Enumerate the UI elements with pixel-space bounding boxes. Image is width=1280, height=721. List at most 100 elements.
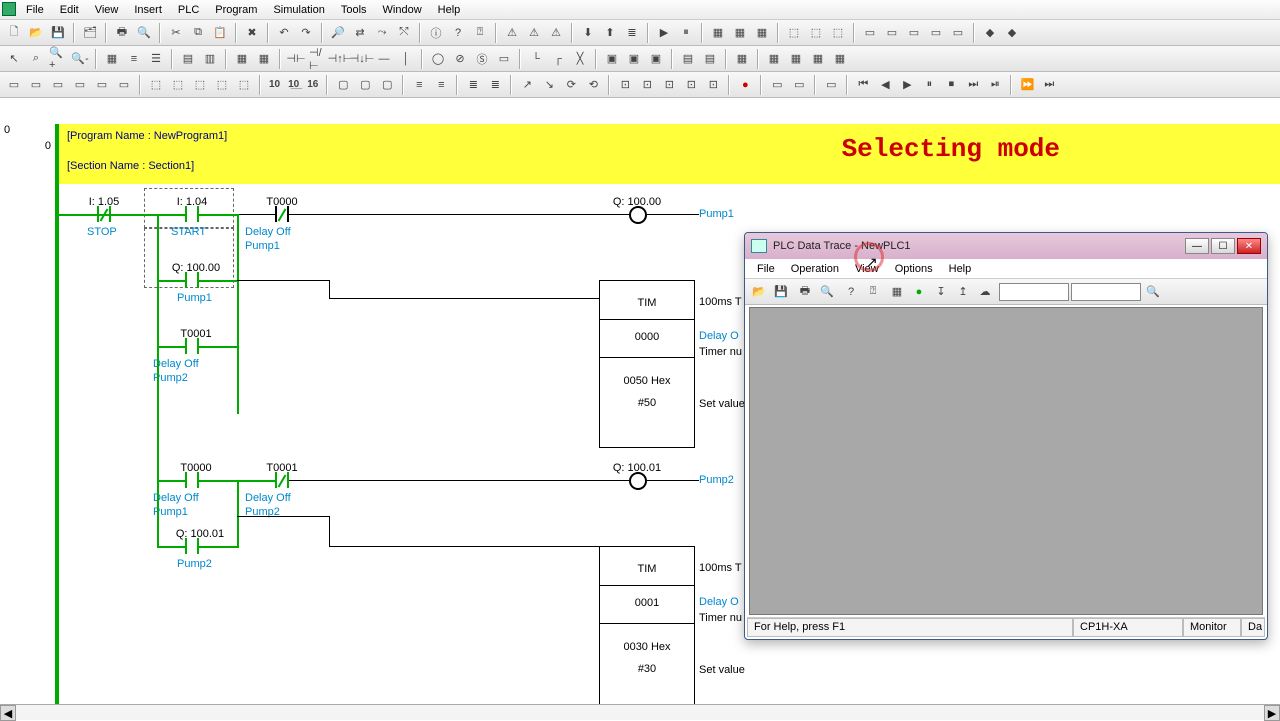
radix-16-icon[interactable]: 16 [304,75,321,95]
child-titlebar[interactable]: PLC Data Trace - NewPLC1 — ☐ ✕ [745,233,1267,259]
replace-icon[interactable]: ⇄ [350,23,370,43]
new-icon[interactable]: 🗋 [4,23,24,43]
transfer-to-icon[interactable]: ⬇ [578,23,598,43]
t1-icon[interactable]: ⊡ [615,75,635,95]
func-icon[interactable]: ▭ [494,49,514,69]
r3-icon[interactable]: ▭ [48,75,68,95]
prev-icon[interactable]: ◀ [875,75,895,95]
r8-icon[interactable]: ⬚ [168,75,188,95]
warn1-icon[interactable]: ⚠ [502,23,522,43]
warn2-icon[interactable]: ⚠ [524,23,544,43]
s7-icon[interactable]: ≣ [485,75,505,95]
menu-plc[interactable]: PLC [170,2,207,18]
stop-icon[interactable]: ⏹ [941,75,961,95]
s11-icon[interactable]: ⟲ [583,75,603,95]
menu-view[interactable]: View [87,2,127,18]
net4-icon[interactable]: ▤ [678,49,698,69]
menu-file[interactable]: File [18,2,52,18]
s8-icon[interactable]: ↗ [517,75,537,95]
net5-icon[interactable]: ▤ [700,49,720,69]
minimize-button[interactable]: — [1185,238,1209,254]
ff-icon[interactable]: ⏩ [1017,75,1037,95]
menu-insert[interactable]: Insert [126,2,170,18]
child-menu-options[interactable]: Options [889,261,939,277]
child-config-icon[interactable]: ▦ [887,282,907,302]
scroll-left-icon[interactable]: ◀ [0,705,16,721]
menu-help[interactable]: Help [430,2,469,18]
preview-icon[interactable]: 🔍 [134,23,154,43]
vline-icon[interactable]: │ [396,49,416,69]
contact-nc-icon[interactable]: ⊣/⊢ [308,49,328,69]
net3-icon[interactable]: ▣ [646,49,666,69]
findnext-icon[interactable]: ⤳ [372,23,392,43]
coil-pump1[interactable] [629,206,647,224]
tb-c-icon[interactable]: ▦ [752,23,772,43]
child-whatsthis-icon[interactable]: ⍰ [863,282,883,302]
undo-icon[interactable]: ↶ [274,23,294,43]
tbl2-icon[interactable]: ▦ [764,49,784,69]
next-icon[interactable]: ⏭ [963,75,983,95]
line-x-icon[interactable]: ╳ [570,49,590,69]
print-icon[interactable]: 🖶 [112,23,132,43]
s9-icon[interactable]: ↘ [539,75,559,95]
s3-icon[interactable]: ▢ [377,75,397,95]
tb-b-icon[interactable]: ▦ [730,23,750,43]
view3-icon[interactable]: ▦ [232,49,252,69]
tim-box-2[interactable]: TIM 0001 0030 Hex #30 [599,546,695,704]
contact-n-icon[interactable]: ⊣↓⊢ [352,49,372,69]
s6-icon[interactable]: ≣ [463,75,483,95]
t5-icon[interactable]: ⊡ [703,75,723,95]
first-icon[interactable]: ⏮ [853,75,873,95]
tb-i-icon[interactable]: ▭ [904,23,924,43]
data-trace-window[interactable]: PLC Data Trace - NewPLC1 — ☐ ✕ File Oper… [744,232,1268,640]
pause2-icon[interactable]: ⏸ [919,75,939,95]
r5-icon[interactable]: ▭ [92,75,112,95]
help-icon[interactable]: ? [448,23,468,43]
tb-g-icon[interactable]: ▭ [860,23,880,43]
tb-d-icon[interactable]: ⬚ [784,23,804,43]
zoom-sel-icon[interactable]: ⌕ [26,49,46,69]
tb-a-icon[interactable]: ▦ [708,23,728,43]
delete-icon[interactable]: ✖ [242,23,262,43]
cursor-icon[interactable]: ↖ [4,49,24,69]
tim-box-1[interactable]: TIM 0000 0050 Hex #50 [599,280,695,448]
grid-icon[interactable]: ▦ [102,49,122,69]
step-icon[interactable]: ⏯ [985,75,1005,95]
r2-icon[interactable]: ▭ [26,75,46,95]
child-menu-help[interactable]: Help [943,261,978,277]
u2-icon[interactable]: ▭ [789,75,809,95]
tb-m-icon[interactable]: ◆ [1002,23,1022,43]
s2-icon[interactable]: ▢ [355,75,375,95]
r4-icon[interactable]: ▭ [70,75,90,95]
child-cloud-icon[interactable]: ☁ [975,282,995,302]
tb-e-icon[interactable]: ⬚ [806,23,826,43]
coil-icon[interactable]: ◯ [428,49,448,69]
h-scrollbar[interactable]: ◀ ▶ [0,704,1280,720]
contact-no-icon[interactable]: ⊣⊢ [286,49,306,69]
trace-canvas[interactable] [749,307,1263,615]
r7-icon[interactable]: ⬚ [146,75,166,95]
tb-l-icon[interactable]: ◆ [980,23,1000,43]
child-cursor2-icon[interactable]: ↥ [953,282,973,302]
close-button[interactable]: ✕ [1237,238,1261,254]
line-up-icon[interactable]: └ [526,49,546,69]
child-search-icon[interactable]: 🔍 [1143,282,1163,302]
rec-icon[interactable]: ● [735,75,755,95]
tbl5-icon[interactable]: ▦ [830,49,850,69]
tbl1-icon[interactable]: ▦ [732,49,752,69]
warn3-icon[interactable]: ⚠ [546,23,566,43]
scroll-right-icon[interactable]: ▶ [1264,705,1280,721]
menu-simulation[interactable]: Simulation [265,2,332,18]
coil-set-icon[interactable]: Ⓢ [472,49,492,69]
child-open-icon[interactable]: 📂 [749,282,769,302]
maximize-button[interactable]: ☐ [1211,238,1235,254]
project-icon[interactable]: 🗂 [80,23,100,43]
cut-icon[interactable]: ✂ [166,23,186,43]
zoom-in-icon[interactable]: 🔍+ [48,49,68,69]
t4-icon[interactable]: ⊡ [681,75,701,95]
copy-icon[interactable]: ⧉ [188,23,208,43]
child-menu-file[interactable]: File [751,261,781,277]
r9-icon[interactable]: ⬚ [190,75,210,95]
last-icon[interactable]: ⏭ [1039,75,1059,95]
child-menu-view[interactable]: View [849,261,885,277]
